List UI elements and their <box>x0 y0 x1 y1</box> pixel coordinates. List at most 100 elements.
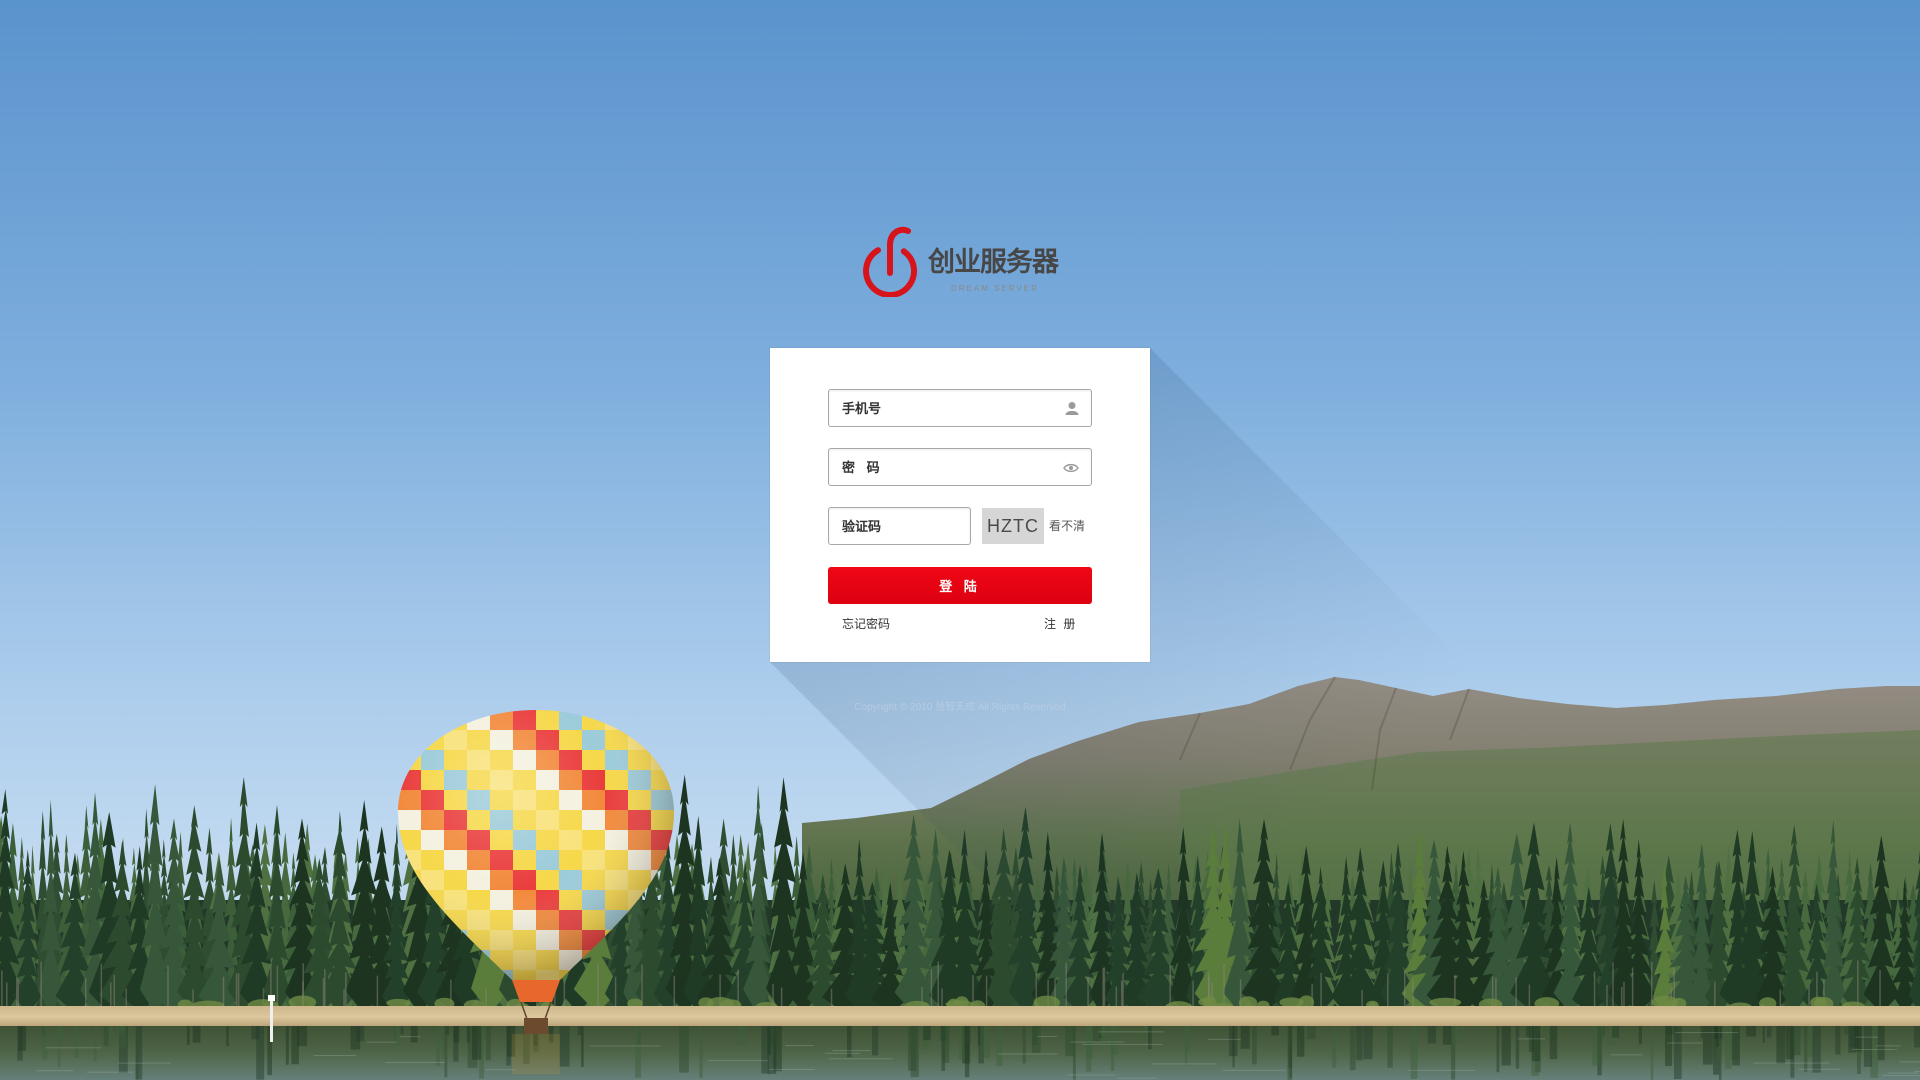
water-streak <box>958 1026 965 1060</box>
water-streak <box>1442 1026 1452 1045</box>
captcha-refresh-link[interactable]: 看不清 <box>1049 519 1085 533</box>
water-streak <box>1762 1026 1765 1043</box>
water-streak <box>980 1026 990 1059</box>
water-ripple <box>1675 1032 1739 1034</box>
water-streak <box>17 1026 23 1061</box>
balloon-skirt <box>512 980 560 1002</box>
water-ripple <box>1067 1074 1115 1076</box>
captcha-field[interactable] <box>828 507 971 545</box>
water-streak <box>435 1026 440 1066</box>
water-streak <box>1592 1026 1603 1066</box>
water-ripple <box>1082 1043 1163 1045</box>
forgot-password-link[interactable]: 忘记密码 <box>842 617 890 631</box>
water-ripple <box>1117 1077 1157 1079</box>
water-streak <box>42 1026 48 1060</box>
water-ripple <box>824 1052 861 1054</box>
water-streak <box>1702 1026 1713 1065</box>
water-streak <box>577 1026 582 1036</box>
water-streak <box>1363 1026 1373 1060</box>
water-streak <box>1766 1026 1772 1038</box>
water-ripple <box>708 1060 768 1062</box>
water-streak <box>93 1026 97 1061</box>
water-ripple <box>385 1061 446 1063</box>
login-card: HZTC 看不清 登 陆 忘记密码 注 册 <box>770 348 1150 662</box>
water-streak <box>1296 1026 1305 1057</box>
captcha-input[interactable] <box>829 508 970 544</box>
water-streak <box>1914 1026 1920 1048</box>
water-streak <box>1271 1026 1279 1036</box>
water-streak <box>872 1026 879 1056</box>
water-ripple <box>366 1041 398 1043</box>
login-button[interactable]: 登 陆 <box>828 567 1092 604</box>
water-ripple <box>87 1071 133 1073</box>
water-streak <box>1451 1026 1459 1043</box>
water-streak <box>1715 1026 1720 1047</box>
water-streak <box>485 1026 491 1061</box>
water-streak <box>74 1026 79 1059</box>
water-streak <box>942 1026 950 1063</box>
water-streak <box>1515 1026 1520 1069</box>
water-streak <box>1732 1026 1740 1066</box>
water-ripple <box>1152 1063 1217 1065</box>
water-ripple <box>1876 1045 1901 1047</box>
water-streak <box>767 1026 772 1056</box>
captcha-image[interactable]: HZTC <box>982 508 1044 544</box>
water-streak <box>1184 1026 1191 1052</box>
water-streak <box>192 1026 201 1043</box>
water-ripple <box>1517 1038 1546 1040</box>
water-ripple <box>485 1069 517 1071</box>
water-ripple <box>1037 1035 1058 1037</box>
phone-input[interactable] <box>829 390 1091 426</box>
brand-logo: 创业服务器 DREAM SERVER <box>860 225 1070 297</box>
water-streak <box>1612 1026 1620 1038</box>
water-streak <box>1410 1026 1418 1079</box>
water-streak <box>1812 1026 1821 1073</box>
water-streak <box>1540 1026 1544 1037</box>
password-field[interactable] <box>828 448 1092 486</box>
water-streak <box>679 1026 689 1073</box>
water-streak <box>1496 1026 1500 1073</box>
water-streak <box>1331 1026 1337 1068</box>
water-ripple <box>1070 1041 1125 1043</box>
water-streak <box>1844 1026 1854 1035</box>
water-streak <box>186 1026 190 1045</box>
brand-tagline: DREAM SERVER <box>951 284 1039 293</box>
login-page: 创业服务器 DREAM SERVER HZTC 看不清 登 陆 忘记密码 注 册 <box>0 0 1920 1080</box>
water-streak <box>1098 1026 1106 1036</box>
water-streak <box>1835 1026 1841 1055</box>
water-streak <box>1307 1026 1316 1040</box>
register-link[interactable]: 注 册 <box>1044 617 1077 631</box>
water-ripple <box>1222 1069 1286 1071</box>
water-ripple <box>1208 1038 1241 1040</box>
water-streak <box>466 1026 471 1043</box>
water-streak <box>1650 1026 1654 1080</box>
water-streak <box>1877 1026 1885 1061</box>
water-streak <box>1863 1026 1873 1067</box>
water-ripple <box>1914 1071 1920 1073</box>
water-streak <box>472 1026 482 1060</box>
water-streak <box>1460 1026 1464 1043</box>
eye-icon[interactable] <box>1063 463 1079 473</box>
water-ripple <box>1882 1075 1920 1077</box>
water-streak <box>923 1026 931 1041</box>
water-streak <box>135 1026 143 1080</box>
water-ripple <box>785 1045 814 1047</box>
water-streak <box>1022 1026 1026 1064</box>
water-ripple <box>1887 1072 1919 1074</box>
water-streak <box>635 1026 642 1078</box>
water-streak <box>1031 1026 1041 1053</box>
phone-field[interactable] <box>828 389 1092 427</box>
balloon-basket <box>524 1018 548 1034</box>
water-ripple <box>313 1055 357 1057</box>
water-streak <box>441 1026 445 1060</box>
water-streak <box>1892 1026 1896 1052</box>
water-streak <box>1148 1026 1152 1050</box>
water-streak <box>846 1026 852 1058</box>
water-streak <box>297 1026 308 1047</box>
water-streak <box>1638 1026 1642 1045</box>
water-streak <box>506 1026 511 1066</box>
water-ripple <box>828 1058 893 1060</box>
balloon-reflection <box>512 1034 560 1074</box>
water-streak <box>1665 1026 1673 1067</box>
password-input[interactable] <box>829 449 1091 485</box>
